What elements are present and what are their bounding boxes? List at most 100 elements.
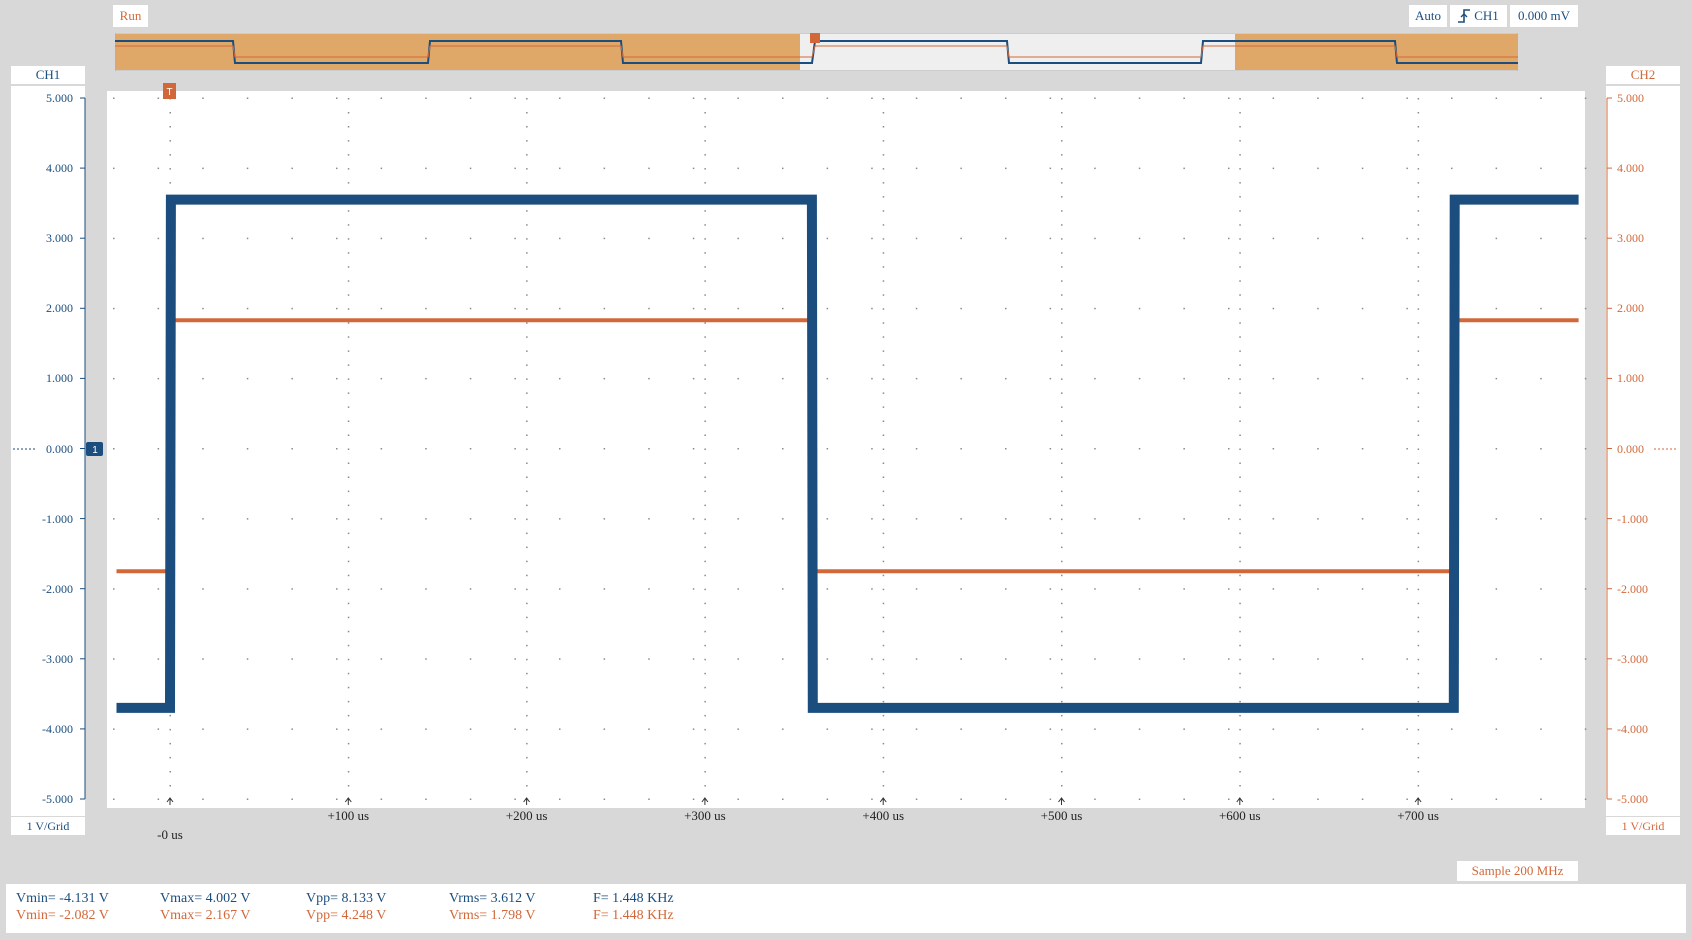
grid-dot <box>826 97 829 99</box>
grid-dot <box>1317 237 1319 240</box>
grid-dot <box>559 167 561 170</box>
waveform-display[interactable]: T 1 <box>0 0 1692 940</box>
grid-dot <box>1417 518 1420 521</box>
sample-rate-text: Sample 200 MHz <box>1471 863 1564 878</box>
grid-dot <box>882 462 885 464</box>
grid-dot <box>526 616 528 619</box>
grid-dot <box>1417 392 1420 394</box>
grid-dot <box>336 97 338 99</box>
grid-dot <box>1540 167 1542 170</box>
grid-dot <box>1317 377 1319 380</box>
grid-dot <box>1417 504 1420 507</box>
grid-dot <box>425 588 427 590</box>
grid-dot <box>1061 140 1063 142</box>
grid-dot <box>882 336 885 338</box>
grid-dot <box>1417 406 1420 408</box>
grid-dot <box>1272 518 1275 520</box>
grid-dot <box>882 756 885 759</box>
grid-dot <box>202 377 204 380</box>
grid-dot <box>526 126 528 128</box>
grid-dot <box>157 377 160 380</box>
grid-dot <box>882 728 885 731</box>
grid-dot <box>871 588 873 590</box>
grid-dot <box>603 588 606 590</box>
ch2-y-tick-label: 5.000 <box>1617 91 1644 105</box>
grid-dot <box>1239 126 1241 128</box>
grid-dot <box>737 518 739 520</box>
grid-dot <box>1495 97 1498 99</box>
grid-dot <box>603 448 606 450</box>
grid-dot <box>559 798 561 800</box>
grid-dot <box>1239 602 1241 605</box>
grid-dot <box>882 252 885 254</box>
ch2-vrms: Vrms= 1.798 V <box>449 908 536 923</box>
grid-dot <box>882 294 885 296</box>
grid-dot <box>1061 476 1063 478</box>
grid-dot <box>1272 167 1275 170</box>
sample-rate[interactable]: Sample 200 MHz <box>1457 861 1578 881</box>
grid-dot <box>559 518 561 520</box>
ch1-y-tick-label: 2.000 <box>46 301 73 316</box>
grid-dot <box>1272 588 1275 590</box>
grid-dot <box>1138 728 1141 730</box>
grid-dot <box>737 237 739 240</box>
grid-dot <box>202 658 204 660</box>
grid-dot <box>1005 377 1007 380</box>
grid-dot <box>1061 630 1063 633</box>
grid-dot <box>526 476 528 478</box>
grid-dot <box>347 154 350 156</box>
grid-dot <box>1417 658 1420 661</box>
grid-dot <box>1239 98 1241 100</box>
grid-dot <box>514 798 516 800</box>
grid-dot <box>157 658 160 660</box>
ch1-vpp: Vpp= 8.133 V <box>306 891 387 906</box>
grid-dot <box>514 658 516 660</box>
grid-dot <box>1061 644 1063 647</box>
grid-dot <box>1239 560 1241 563</box>
grid-dot <box>1417 714 1420 717</box>
grid-dot <box>826 588 829 590</box>
ch1-y-tick-label: -3.000 <box>42 651 73 666</box>
grid-dot <box>347 336 350 338</box>
grid-dot <box>347 364 350 366</box>
grid-dot <box>1239 280 1241 282</box>
grid-dot <box>1417 644 1420 647</box>
grid-dot <box>347 616 350 619</box>
grid-dot <box>380 377 383 380</box>
grid-dot <box>291 97 293 99</box>
grid-dot <box>1183 237 1185 240</box>
grid-dot <box>1049 307 1052 310</box>
grid-dot <box>380 798 383 800</box>
grid-dot <box>1317 518 1319 520</box>
grid-dot <box>1239 714 1241 717</box>
grid-dot <box>1272 97 1275 99</box>
grid-dot <box>871 658 873 660</box>
grid-dot <box>169 742 171 745</box>
grid-dot <box>1417 154 1420 156</box>
grid-dot <box>1239 392 1241 394</box>
grid-dot <box>648 798 650 800</box>
grid-dot <box>1061 532 1063 535</box>
grid-dot <box>526 560 528 563</box>
grid-dot <box>1417 630 1420 633</box>
grid-dot <box>526 182 528 184</box>
grid-dot <box>737 588 739 590</box>
grid-dot <box>1239 448 1241 450</box>
grid-dot <box>469 237 472 240</box>
grid-dot <box>603 237 606 240</box>
grid-dot <box>469 518 472 520</box>
grid-dot <box>380 167 383 170</box>
grid-dot <box>336 377 338 380</box>
grid-dot <box>526 462 528 464</box>
grid-dot <box>1495 377 1498 380</box>
grid-dot <box>704 126 706 128</box>
grid-dot <box>1049 237 1052 240</box>
grid-dot <box>882 504 885 507</box>
grid-dot <box>692 307 695 310</box>
grid-dot <box>336 658 338 660</box>
ch1-y-tick-label: 3.000 <box>46 231 73 246</box>
grid-dot <box>1417 490 1420 493</box>
grid-dot <box>347 448 350 450</box>
grid-dot <box>692 167 695 170</box>
grid-dot <box>871 728 873 730</box>
